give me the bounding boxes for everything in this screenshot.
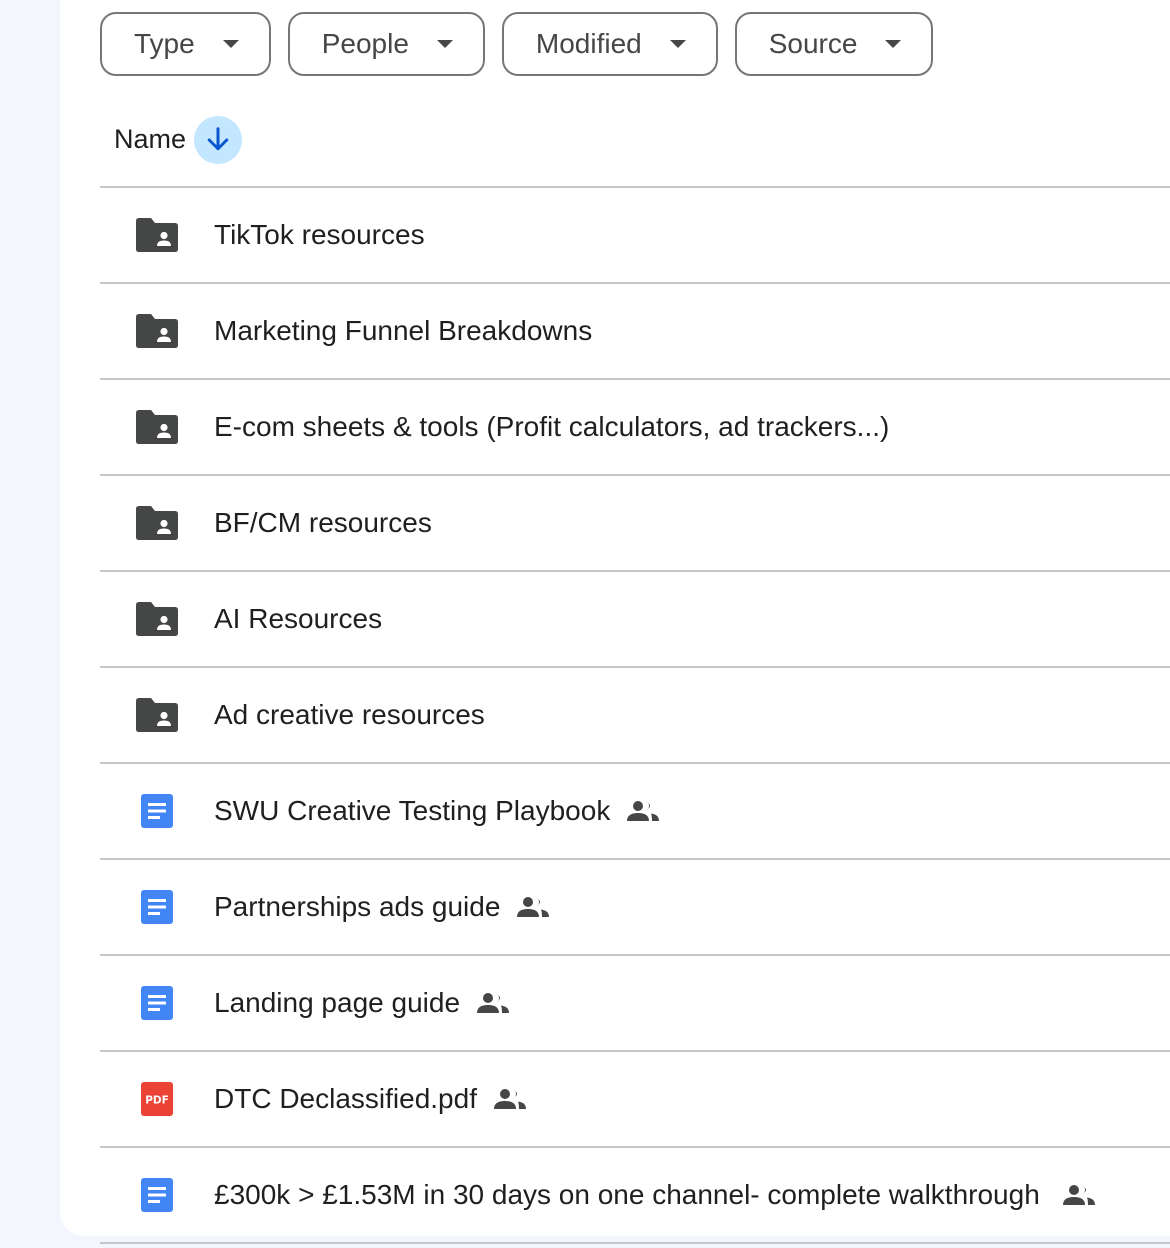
filter-modified-label: Modified [535, 28, 642, 59]
google-docs-icon [136, 1174, 178, 1216]
name-column-header[interactable]: Name [114, 124, 186, 155]
file-name[interactable]: BF/CM resources [214, 507, 432, 539]
file-row[interactable]: Marketing Funnel Breakdowns [100, 284, 1170, 380]
file-name[interactable]: Ad creative resources [214, 699, 485, 731]
file-name[interactable]: Landing page guide [214, 987, 460, 1019]
shared-people-icon [626, 794, 660, 828]
sort-direction-button[interactable] [194, 116, 243, 164]
filter-type-label: Type [134, 28, 195, 59]
filter-type-chip[interactable]: Type [100, 12, 271, 76]
shared-folder-icon [136, 598, 178, 640]
pdf-icon: PDF [136, 1078, 178, 1120]
file-row[interactable]: Ad creative resources [100, 668, 1170, 764]
filter-source-label: Source [768, 28, 858, 59]
shared-folder-icon [136, 214, 178, 256]
filter-bar: Type People Modified Source [100, 12, 934, 76]
file-name[interactable]: £300k > £1.53M in 30 days on one channel… [214, 1179, 1040, 1211]
filter-people-chip[interactable]: People [287, 12, 485, 76]
shared-people-icon [1062, 1178, 1096, 1212]
file-row[interactable]: Partnerships ads guide [100, 860, 1170, 956]
shared-people-icon [476, 986, 510, 1020]
dropdown-caret-icon [669, 40, 686, 48]
file-row[interactable]: £300k > £1.53M in 30 days on one channel… [100, 1148, 1170, 1244]
column-header: Name [100, 112, 1170, 186]
file-row[interactable]: Landing page guide [100, 956, 1170, 1052]
dropdown-caret-icon [222, 40, 239, 48]
file-name[interactable]: AI Resources [214, 603, 382, 635]
arrow-down-icon [207, 127, 229, 151]
file-row[interactable]: E-com sheets & tools (Profit calculators… [100, 380, 1170, 476]
pdf-badge-text: PDF [145, 1095, 169, 1107]
file-name[interactable]: TikTok resources [214, 219, 425, 251]
google-docs-icon [136, 886, 178, 928]
file-name[interactable]: SWU Creative Testing Playbook [214, 795, 610, 827]
file-row[interactable]: PDF DTC Declassified.pdf [100, 1052, 1170, 1148]
filter-people-label: People [321, 28, 409, 59]
file-row[interactable]: TikTok resources [100, 188, 1170, 284]
filter-source-chip[interactable]: Source [734, 12, 934, 76]
shared-folder-icon [136, 502, 178, 544]
google-docs-icon [136, 982, 178, 1024]
dropdown-caret-icon [436, 40, 453, 48]
shared-folder-icon [136, 406, 178, 448]
dropdown-caret-icon [885, 40, 902, 48]
shared-folder-icon [136, 310, 178, 352]
filter-modified-chip[interactable]: Modified [501, 12, 718, 76]
file-list-panel: Type People Modified Source Name TikTok … [60, 0, 1170, 1244]
file-name[interactable]: DTC Declassified.pdf [214, 1083, 477, 1115]
google-docs-icon [136, 790, 178, 832]
shared-people-icon [516, 890, 550, 924]
shared-people-icon [493, 1082, 527, 1116]
file-name[interactable]: Marketing Funnel Breakdowns [214, 315, 592, 347]
file-name[interactable]: Partnerships ads guide [214, 891, 500, 923]
file-row[interactable]: SWU Creative Testing Playbook [100, 764, 1170, 860]
file-name[interactable]: E-com sheets & tools (Profit calculators… [214, 411, 889, 443]
file-row[interactable]: AI Resources [100, 572, 1170, 668]
shared-folder-icon [136, 694, 178, 736]
file-row[interactable]: BF/CM resources [100, 476, 1170, 572]
file-list: TikTok resources Marketing Funnel Breakdo… [100, 186, 1170, 1244]
